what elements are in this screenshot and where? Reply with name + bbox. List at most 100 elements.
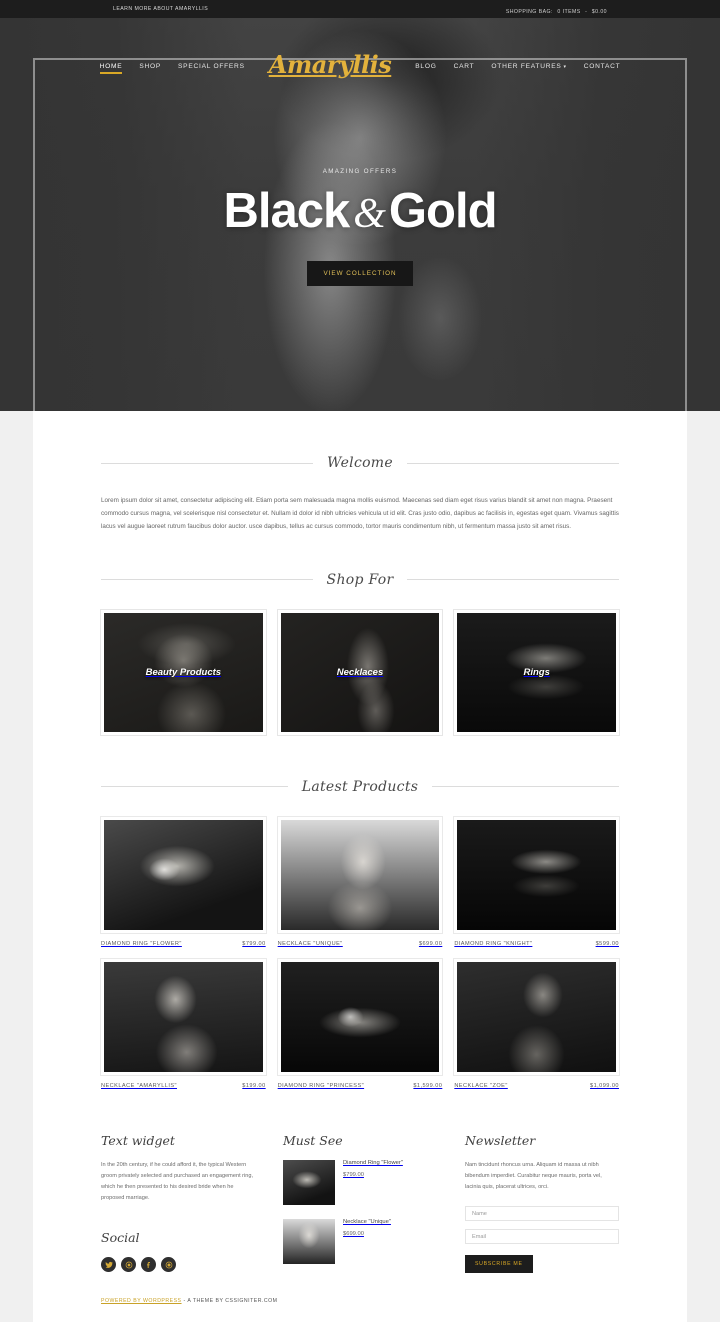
latest-products-section: Latest Products DIAMOND RING "FLOWER" $7…	[33, 735, 687, 1099]
page-root: LEARN MORE ABOUT AMARYLLIS SHOPPING BAG:…	[0, 0, 720, 1322]
product-card[interactable]: DIAMOND RING "KNIGHT" $599.00	[453, 815, 620, 947]
pinterest-icon[interactable]	[121, 1257, 136, 1273]
shopping-bag-price: $0.00	[591, 9, 607, 15]
product-name: DIAMOND RING "KNIGHT"	[454, 940, 533, 947]
product-photo	[104, 961, 263, 1072]
product-meta: DIAMOND RING "KNIGHT" $599.00	[454, 941, 619, 947]
main-navigation: HOME SHOP SPECIAL OFFERS Amaryllis BLOG …	[0, 48, 720, 88]
product-meta: NECKLACE "UNIQUE" $699.00	[278, 941, 443, 947]
product-photo	[280, 819, 440, 930]
heading-rule-left	[101, 786, 288, 788]
site-logo[interactable]: Amaryllis	[269, 53, 392, 83]
product-photo	[457, 819, 616, 930]
nav-item-contact[interactable]: CONTACT	[584, 63, 621, 74]
newsletter-name-input[interactable]	[465, 1206, 619, 1222]
chevron-down-icon: ▾	[563, 63, 567, 70]
nav-item-shop[interactable]: SHOP	[139, 63, 161, 74]
category-label: Rings	[523, 666, 550, 678]
nav-item-cart[interactable]: CART	[454, 63, 475, 74]
heading-rule-left	[101, 579, 313, 581]
product-price: $599.00	[595, 940, 619, 947]
product-card[interactable]: NECKLACE "ZOE" $1,099.00	[453, 957, 620, 1089]
product-image	[100, 957, 267, 1076]
hero-title-part2: Gold	[388, 184, 498, 238]
product-meta: DIAMOND RING "FLOWER" $799.00	[101, 941, 266, 947]
must-see-product-name: Diamond Ring "Flower"	[343, 1159, 403, 1166]
product-meta: NECKLACE "AMARYLLIS" $199.00	[101, 1083, 266, 1089]
product-card[interactable]: NECKLACE "AMARYLLIS" $199.00	[100, 957, 267, 1089]
nav-item-home[interactable]: HOME	[99, 63, 123, 74]
hero-subtitle: AMAZING OFFERS	[322, 168, 398, 175]
shop-for-heading-row: Shop For	[101, 572, 620, 588]
heading-rule-left	[101, 462, 314, 464]
hero-title-ampersand: &	[353, 191, 386, 237]
product-card[interactable]: DIAMOND RING "FLOWER" $799.00	[100, 815, 267, 947]
latest-products-heading-row: Latest Products	[101, 779, 619, 795]
copyright-bar: POWERED BY WORDPRESS - A THEME BY CSSIGN…	[33, 1278, 687, 1322]
heading-rule-right	[406, 462, 620, 464]
welcome-heading-row: Welcome	[101, 455, 620, 471]
newsletter-email-input[interactable]	[465, 1229, 619, 1245]
latest-products-heading: Latest Products	[301, 778, 419, 795]
newsletter-form: SUBSCRIBE ME	[465, 1206, 619, 1274]
social-heading: Social	[101, 1230, 140, 1246]
product-price: $1,099.00	[590, 1082, 619, 1089]
subscribe-button[interactable]: SUBSCRIBE ME	[465, 1255, 533, 1274]
text-widget-body: In the 20th century, if he could afford …	[101, 1161, 254, 1202]
must-see-info: Necklace "Unique" $699.00	[343, 1219, 391, 1264]
product-name: NECKLACE "UNIQUE"	[277, 940, 343, 947]
google-plus-icon[interactable]	[161, 1257, 176, 1273]
nav-item-special-offers[interactable]: SPECIAL OFFERS	[178, 63, 245, 74]
newsletter-body: Nam tincidunt rhoncus urna. Aliquam id m…	[465, 1161, 602, 1191]
wordpress-credit-link[interactable]: POWERED BY WORDPRESS	[101, 1298, 182, 1304]
product-name: NECKLACE "ZOE"	[454, 1082, 508, 1089]
welcome-section: Welcome Lorem ipsum dolor sit amet, cons…	[33, 411, 687, 534]
facebook-icon[interactable]	[141, 1257, 156, 1273]
category-card-rings[interactable]: Rings	[453, 608, 621, 736]
product-image	[100, 815, 267, 934]
nav-item-other-features-label: OTHER FEATURES	[491, 62, 562, 70]
must-see-heading: Must See	[283, 1132, 343, 1148]
nav-item-blog[interactable]: BLOG	[415, 63, 436, 74]
product-photo	[457, 961, 616, 1072]
product-image	[453, 815, 620, 934]
category-label: Beauty Products	[145, 666, 222, 678]
must-see-info: Diamond Ring "Flower" $799.00	[343, 1160, 403, 1205]
nav-group-left: HOME SHOP SPECIAL OFFERS	[99, 63, 245, 74]
product-price: $1,599.00	[413, 1082, 443, 1089]
category-card-beauty-products[interactable]: Beauty Products	[100, 608, 267, 736]
category-grid: Beauty Products Necklaces Rings	[100, 608, 621, 736]
shopping-bag-label: SHOPPING BAG:	[505, 9, 553, 15]
product-photo	[280, 961, 440, 1072]
theme-credit: - A THEME BY CSSIGNITER.COM	[183, 1297, 278, 1304]
must-see-item[interactable]: Necklace "Unique" $699.00	[283, 1218, 437, 1264]
product-name: DIAMOND RING "FLOWER"	[101, 940, 182, 947]
product-meta: NECKLACE "ZOE" $1,099.00	[454, 1083, 619, 1089]
product-image	[453, 957, 620, 1076]
product-name: DIAMOND RING "PRINCESS"	[277, 1082, 365, 1089]
product-card[interactable]: DIAMOND RING "PRINCESS" $1,599.00	[276, 957, 444, 1089]
hero-content: AMAZING OFFERS Black&Gold VIEW COLLECTIO…	[0, 168, 720, 286]
newsletter-heading: Newsletter	[465, 1132, 536, 1148]
heading-rule-right	[407, 579, 620, 581]
view-collection-button[interactable]: VIEW COLLECTION	[307, 261, 413, 286]
category-card-necklaces[interactable]: Necklaces	[276, 608, 444, 736]
product-photo	[104, 819, 263, 930]
twitter-icon[interactable]	[101, 1257, 116, 1273]
product-image	[276, 815, 444, 934]
product-grid: DIAMOND RING "FLOWER" $799.00 NECKLACE "…	[100, 815, 620, 1089]
nav-item-other-features[interactable]: OTHER FEATURES ▾	[491, 63, 566, 74]
nav-group-right: BLOG CART OTHER FEATURES ▾ CONTACT	[415, 63, 620, 74]
learn-more-link[interactable]: LEARN MORE ABOUT AMARYLLIS	[113, 6, 208, 12]
must-see-item[interactable]: Diamond Ring "Flower" $799.00	[283, 1159, 437, 1205]
footer-widgets: Text widget In the 20th century, if he c…	[33, 1099, 687, 1278]
product-price: $699.00	[418, 940, 443, 947]
welcome-heading: Welcome	[327, 455, 393, 471]
hero-banner: HOME SHOP SPECIAL OFFERS Amaryllis BLOG …	[0, 18, 720, 411]
must-see-product-name: Necklace "Unique"	[343, 1218, 391, 1225]
product-card[interactable]: NECKLACE "UNIQUE" $699.00	[276, 815, 444, 947]
product-image	[276, 957, 444, 1076]
shopping-bag-summary[interactable]: SHOPPING BAG: 0 ITEMS - $0.00	[506, 0, 607, 18]
category-label: Necklaces	[336, 666, 384, 678]
product-name: NECKLACE "AMARYLLIS"	[101, 1082, 177, 1089]
